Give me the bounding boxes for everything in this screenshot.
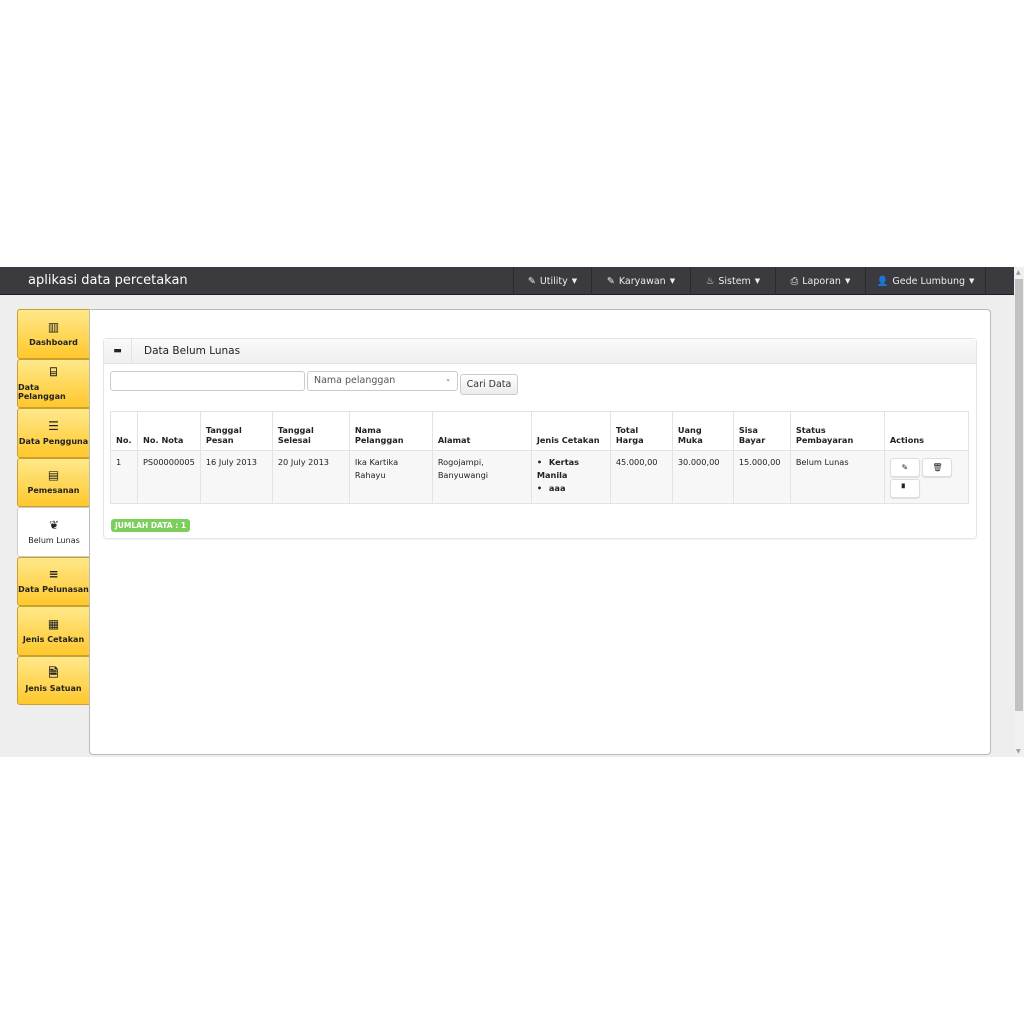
scroll-up-icon[interactable]: ▲ — [1016, 269, 1021, 276]
count-badge: JUMLAH DATA : 1 — [111, 519, 191, 532]
list-alt-icon: ▤ — [47, 468, 60, 483]
cell-nama: Ika Kartika Rahayu — [348, 450, 433, 504]
sidebar-item-dashboard[interactable]: ▥ Dashboard — [17, 309, 90, 359]
col-header: Uang Muka — [671, 411, 734, 451]
sidebar-item-data-pengguna[interactable]: ☰ Data Pengguna — [17, 408, 90, 458]
list-item: Kertas Manila — [537, 456, 605, 482]
menu-label: Gede Lumbung — [892, 275, 966, 287]
cell-uang-muka: 30.000,00 — [671, 450, 734, 504]
navbar: aplikasi data percetakan ✎ Utility ▼ ✎ Kary… — [0, 267, 1014, 295]
menu-user[interactable]: 👤 Gede Lumbung ▼ — [865, 267, 986, 295]
sidebar-item-data-pelanggan[interactable]: ⌸ Data Pelanggan — [17, 358, 90, 408]
delete-button[interactable]: 🗑 — [922, 458, 953, 477]
table-row: 1 PS00000005 16 July 2013 20 July 2013 I… — [110, 450, 970, 504]
menu-label: Laporan — [802, 275, 841, 287]
cell-tanggal-selesai: 20 July 2013 — [271, 450, 350, 504]
sidebar-item-belum-lunas[interactable]: ❦ Belum Lunas — [17, 507, 90, 557]
app: aplikasi data percetakan ✎ Utility ▼ ✎ Kary… — [0, 267, 1024, 757]
col-header: Tanggal Selesai — [271, 411, 350, 451]
col-header: Sisa Bayar — [732, 411, 791, 451]
hdd-icon: ⌸ — [49, 364, 58, 379]
col-header: Total Harga — [609, 411, 673, 451]
scroll-down-icon[interactable]: ▼ — [1016, 748, 1021, 755]
list-icon: ☰ — [48, 418, 59, 433]
col-header: Jenis Cetakan — [530, 411, 611, 451]
user-icon: 👤 — [876, 275, 889, 287]
menu-label: Sistem — [718, 275, 751, 287]
data-table: No. No. Nota Tanggal Pesan Tanggal Seles… — [110, 411, 970, 504]
search-button[interactable]: Cari Data — [460, 374, 518, 395]
list-item: aaa — [537, 482, 605, 495]
app-title[interactable]: aplikasi data percetakan — [28, 273, 188, 288]
cell-total-harga: 45.000,00 — [609, 450, 673, 504]
sidebar-item-data-pelunasan[interactable]: ≡ Data Pelunasan — [17, 556, 90, 606]
inbox-icon: ▬ — [104, 338, 132, 364]
sidebar-item-label: Jenis Satuan — [25, 684, 82, 694]
leaf-icon: ❦ — [48, 517, 60, 532]
col-header: No. — [110, 411, 138, 451]
cell-tanggal-pesan: 16 July 2013 — [199, 450, 273, 504]
sidebar-item-label: Data Pelanggan — [18, 382, 66, 401]
search-field-select[interactable]: Nama pelanggan ⌄ — [307, 371, 458, 391]
col-header: Alamat — [431, 411, 532, 451]
select-value: Nama pelanggan — [314, 375, 396, 386]
col-header: Status Pembayaran — [789, 411, 885, 451]
caret-down-icon: ▼ — [571, 277, 578, 285]
cell-actions: ✎ 🗑 ▘ — [883, 450, 970, 504]
edit-icon: ✎ — [901, 463, 909, 472]
sidebar-item-label: Jenis Cetakan — [22, 634, 85, 644]
panel-header: ▬ Data Belum Lunas — [104, 338, 976, 364]
edit-button[interactable]: ✎ — [889, 458, 920, 477]
align-justify-icon: ≡ — [48, 567, 59, 582]
cell-no: 1 — [110, 450, 138, 504]
panel-title: Data Belum Lunas — [144, 345, 241, 357]
col-header: Nama Pelanggan — [348, 411, 433, 451]
wrench-icon: ✎ — [527, 275, 536, 287]
sidebar-item-label: Dashboard — [29, 337, 78, 347]
chart-icon: ▥ — [47, 319, 60, 334]
cell-nota: PS00000005 — [137, 450, 201, 504]
chevron-down-icon: ⌄ — [445, 375, 451, 383]
caret-down-icon: ▼ — [969, 277, 975, 285]
file-icon: 🗎 — [48, 666, 59, 681]
cell-alamat: Rogojampi, Banyuwangi — [431, 450, 532, 504]
main-content: ▬ Data Belum Lunas Nama pelanggan ⌄ Cari D… — [89, 309, 991, 755]
calendar-icon: ▦ — [47, 616, 60, 631]
cell-jenis-cetakan: Kertas Manilaaaa — [530, 450, 611, 504]
menu-utility[interactable]: ✎ Utility ▼ — [513, 267, 591, 295]
col-header: Tanggal Pesan — [199, 411, 273, 451]
sidebar: ▥ Dashboard ⌸ Data Pelanggan ☰ Data Penggun… — [17, 309, 90, 705]
menu-label: Karyawan — [618, 275, 666, 287]
wrench-icon: ✎ — [606, 275, 615, 287]
menu-sistem[interactable]: ♨ Sistem ▼ — [690, 267, 775, 295]
scrollbar[interactable]: ▲ ▼ — [1014, 267, 1024, 757]
menu-karyawan[interactable]: ✎ Karyawan ▼ — [591, 267, 690, 295]
belum-lunas-panel: ▬ Data Belum Lunas Nama pelanggan ⌄ Cari D… — [103, 338, 977, 539]
col-header: Actions — [883, 411, 970, 451]
search-input[interactable] — [110, 371, 305, 391]
cell-status: Belum Lunas — [789, 450, 885, 504]
sidebar-item-label: Belum Lunas — [28, 535, 80, 545]
sidebar-item-label: Data Pengguna — [18, 436, 89, 446]
detail-button[interactable]: ▘ — [889, 479, 920, 498]
sidebar-item-jenis-cetakan[interactable]: ▦ Jenis Cetakan — [17, 606, 90, 656]
scrollbar-thumb[interactable] — [1015, 279, 1023, 711]
cell-sisa-bayar: 15.000,00 — [732, 450, 791, 504]
menu-laporan[interactable]: ⎙ Laporan ▼ — [775, 267, 865, 295]
fire-icon: ♨ — [705, 275, 715, 287]
sidebar-item-label: Pemesanan — [27, 486, 80, 496]
sidebar-item-jenis-satuan[interactable]: 🗎 Jenis Satuan — [17, 655, 90, 705]
caret-down-icon: ▼ — [754, 277, 761, 285]
sidebar-item-label: Data Pelunasan — [18, 585, 89, 595]
print-icon: ⎙ — [790, 275, 799, 287]
sidebar-item-pemesanan[interactable]: ▤ Pemesanan — [17, 457, 90, 507]
col-header: No. Nota — [137, 411, 201, 451]
caret-down-icon: ▼ — [844, 277, 851, 285]
file-icon: ▘ — [901, 484, 908, 493]
trash-icon: 🗑 — [932, 463, 943, 472]
caret-down-icon: ▼ — [669, 277, 676, 285]
menu-label: Utility — [539, 275, 568, 287]
